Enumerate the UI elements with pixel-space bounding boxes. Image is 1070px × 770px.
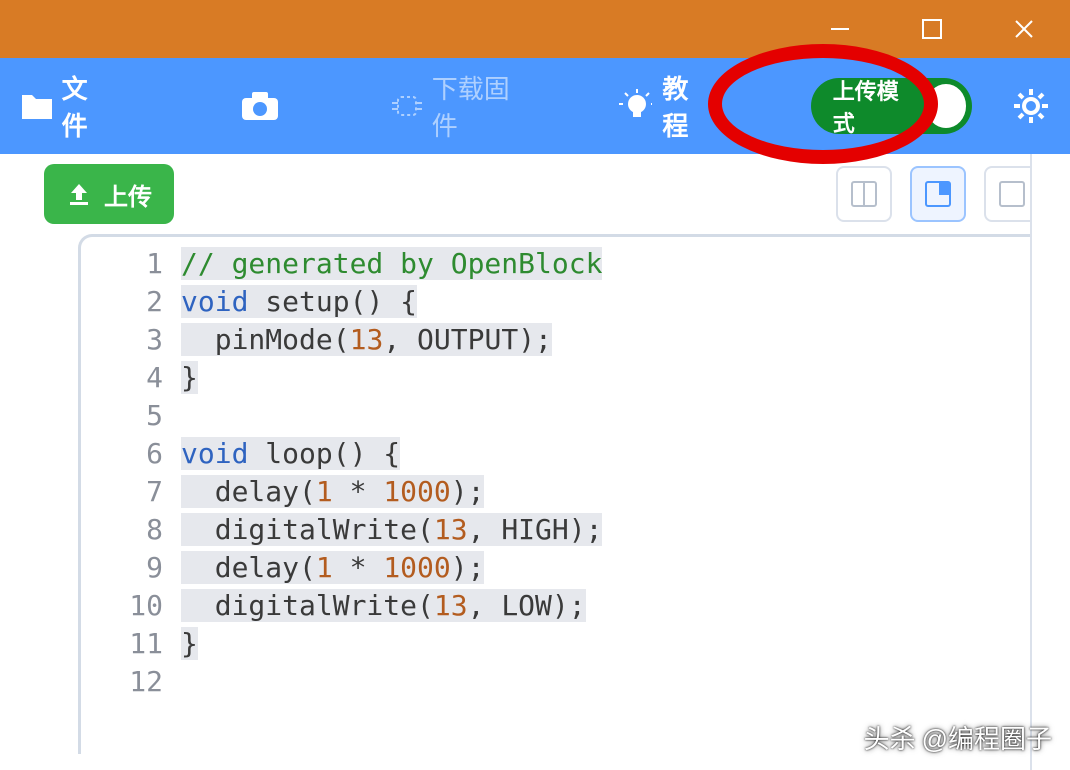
- code-line: void setup() {: [181, 283, 1070, 321]
- code-line: }: [181, 625, 1070, 663]
- firmware-button[interactable]: 下载固件: [390, 69, 529, 143]
- folder-icon: [20, 91, 52, 121]
- code-line: [181, 663, 1070, 701]
- firmware-label: 下载固件: [432, 69, 529, 143]
- window-minimize-button[interactable]: [794, 4, 886, 54]
- layout-sidepanel-button[interactable]: [910, 166, 966, 222]
- tutorial-button[interactable]: 教程: [619, 69, 711, 143]
- gear-icon: [1012, 87, 1050, 125]
- code-editor[interactable]: 123456789101112 // generated by OpenBloc…: [78, 234, 1070, 754]
- line-number: 2: [81, 283, 163, 321]
- line-number: 1: [81, 245, 163, 283]
- code-line: [181, 397, 1070, 435]
- code-line: // generated by OpenBlock: [181, 245, 1070, 283]
- mode-toggle[interactable]: 上传模式: [811, 78, 972, 134]
- chip-icon: [390, 89, 422, 123]
- window-maximize-button[interactable]: [886, 4, 978, 54]
- line-number: 12: [81, 663, 163, 701]
- file-menu[interactable]: 文件: [20, 69, 110, 143]
- upload-button[interactable]: 上传: [44, 164, 174, 224]
- line-number: 6: [81, 435, 163, 473]
- file-menu-label: 文件: [62, 69, 110, 143]
- line-number: 3: [81, 321, 163, 359]
- line-number: 8: [81, 511, 163, 549]
- line-number: 7: [81, 473, 163, 511]
- split-icon: [849, 179, 879, 209]
- watermark-handle: @编程圈子: [922, 719, 1052, 756]
- line-number-gutter: 123456789101112: [81, 237, 181, 754]
- maximize-icon: [922, 19, 942, 39]
- camera-button[interactable]: [240, 90, 280, 122]
- window-close-button[interactable]: [978, 4, 1070, 54]
- upload-button-label: 上传: [104, 177, 152, 212]
- code-line: delay(1 * 1000);: [181, 549, 1070, 587]
- minimize-icon: [829, 18, 851, 40]
- upload-icon: [66, 181, 92, 207]
- line-number: 4: [81, 359, 163, 397]
- line-number: 10: [81, 587, 163, 625]
- line-number: 11: [81, 625, 163, 663]
- code-line: delay(1 * 1000);: [181, 473, 1070, 511]
- right-panel-marker: [1032, 154, 1070, 174]
- mode-toggle-label: 上传模式: [833, 74, 914, 138]
- code-line: pinMode(13, OUTPUT);: [181, 321, 1070, 359]
- single-icon: [997, 179, 1027, 209]
- sidepanel-icon: [923, 179, 953, 209]
- camera-icon: [240, 90, 280, 122]
- code-line: digitalWrite(13, LOW);: [181, 587, 1070, 625]
- sub-toolbar: 上传: [0, 154, 1070, 234]
- code-line: digitalWrite(13, HIGH);: [181, 511, 1070, 549]
- right-panel-strip: [1030, 154, 1070, 770]
- code-line: }: [181, 359, 1070, 397]
- line-number: 5: [81, 397, 163, 435]
- lightbulb-icon: [619, 88, 653, 124]
- window-titlebar: [0, 0, 1070, 58]
- watermark: 头杀 @编程圈子: [864, 719, 1052, 756]
- close-icon: [1013, 18, 1035, 40]
- line-number: 9: [81, 549, 163, 587]
- tutorial-label: 教程: [662, 69, 710, 143]
- layout-split-button[interactable]: [836, 166, 892, 222]
- code-content[interactable]: // generated by OpenBlockvoid setup() { …: [181, 237, 1070, 754]
- main-toolbar: 文件 下载固件 教程 上传模式: [0, 58, 1070, 154]
- watermark-prefix: 头杀: [864, 719, 916, 756]
- mode-toggle-thumb: [926, 84, 966, 128]
- code-line: void loop() {: [181, 435, 1070, 473]
- settings-button[interactable]: [1012, 87, 1050, 125]
